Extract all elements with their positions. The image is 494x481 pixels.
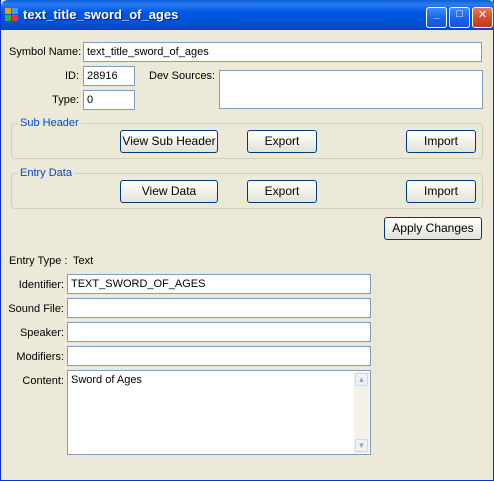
close-icon: ✕: [477, 9, 488, 21]
entry-type-value: Text: [73, 255, 94, 267]
maximize-button[interactable]: □: [449, 7, 470, 28]
sub-header-group-title: Sub Header: [18, 117, 81, 129]
scroll-up-arrow-icon[interactable]: ▲: [355, 373, 368, 386]
sub-header-export-button[interactable]: Export: [247, 130, 317, 153]
modifiers-input[interactable]: [67, 346, 371, 366]
modifiers-label: Modifiers:: [16, 351, 64, 363]
app-window: text_title_sword_of_ages _ □ ✕ Symbol Na…: [0, 0, 494, 481]
sound-file-input[interactable]: [67, 298, 371, 318]
view-data-button[interactable]: View Data: [120, 180, 218, 203]
content-label: Content:: [22, 375, 64, 387]
content-scrollbar[interactable]: ▲ ▼: [354, 372, 369, 453]
sound-file-label: Sound File:: [8, 303, 64, 315]
entry-data-export-button[interactable]: Export: [247, 180, 317, 203]
content-text: Sword of Ages: [71, 374, 142, 386]
window-title: text_title_sword_of_ages: [23, 7, 179, 22]
scroll-down-arrow-icon[interactable]: ▼: [355, 439, 368, 452]
view-sub-header-button[interactable]: View Sub Header: [120, 130, 218, 153]
maximize-icon: □: [456, 8, 463, 20]
type-label: Type:: [52, 94, 79, 106]
close-button[interactable]: ✕: [472, 7, 493, 28]
speaker-input[interactable]: [67, 322, 371, 342]
symbol-name-input[interactable]: text_title_sword_of_ages: [83, 42, 482, 62]
minimize-icon: _: [433, 8, 440, 20]
id-label: ID:: [64, 70, 79, 82]
dev-sources-input[interactable]: [219, 70, 483, 109]
app-icon[interactable]: [5, 8, 19, 22]
content-textarea[interactable]: Sword of Ages ▲ ▼: [67, 370, 371, 455]
title-bar[interactable]: text_title_sword_of_ages _ □ ✕: [1, 0, 494, 30]
entry-data-import-button[interactable]: Import: [406, 180, 476, 203]
dev-sources-label: Dev Sources:: [149, 70, 216, 82]
sub-header-import-button[interactable]: Import: [406, 130, 476, 153]
apply-changes-button[interactable]: Apply Changes: [384, 217, 482, 240]
speaker-label: Speaker:: [19, 327, 64, 339]
id-input[interactable]: 28916: [83, 66, 135, 86]
type-input[interactable]: 0: [83, 90, 135, 110]
entry-type-label: Entry Type :: [9, 255, 68, 267]
entry-data-group-title: Entry Data: [18, 167, 74, 179]
minimize-button[interactable]: _: [426, 7, 447, 28]
identifier-input[interactable]: TEXT_SWORD_OF_AGES: [67, 274, 371, 294]
identifier-label: Identifier:: [18, 279, 64, 291]
symbol-name-label: Symbol Name:: [9, 46, 82, 58]
